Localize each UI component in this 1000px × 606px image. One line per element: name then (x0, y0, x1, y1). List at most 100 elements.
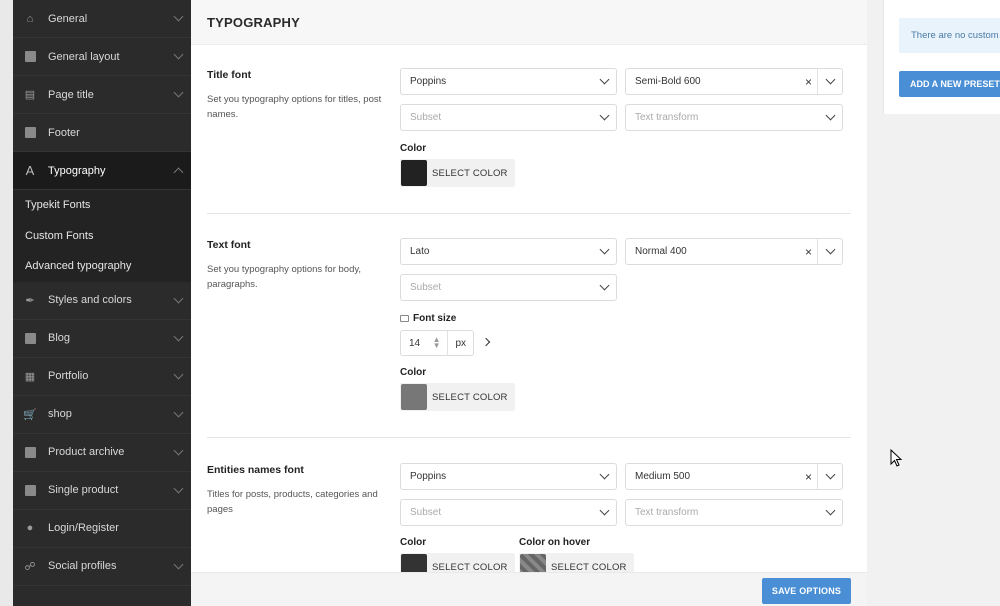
select-placeholder: Subset (410, 282, 442, 293)
chevron-down-icon (173, 369, 184, 379)
select-color-label: SELECT COLOR (432, 167, 508, 179)
sidebar-item-label: Typography (48, 164, 106, 177)
font-size-label-text: Font size (413, 313, 457, 324)
text-font-color-label: Color (400, 367, 427, 378)
title-font-weight-select[interactable]: Semi-Bold 600 × (625, 68, 843, 95)
chevron-down-icon (173, 11, 184, 22)
chevron-down-icon (173, 331, 184, 341)
chevron-down-icon (818, 69, 842, 94)
sidebar-item-label: Login/Register (48, 522, 119, 534)
entities-font-heading: Entities names font (207, 464, 304, 476)
clear-icon[interactable]: × (805, 75, 812, 89)
text-font-heading: Text font (207, 239, 251, 251)
sidebar-item-page-title[interactable]: ▤ Page title (13, 76, 191, 114)
chevron-down-icon (173, 445, 184, 455)
section-divider (207, 437, 851, 438)
sidebar-subitem-custom-fonts[interactable]: Custom Fonts (13, 220, 191, 251)
entities-font-description: Titles for posts, products, categories a… (207, 489, 378, 515)
select-placeholder: Subset (410, 112, 442, 123)
chevron-down-icon (592, 275, 616, 300)
mouse-cursor-icon (890, 449, 903, 467)
sidebar-item-label: Product archive (48, 446, 125, 458)
settings-sidebar: ⌂ General General layout ▤ Page title Fo… (13, 0, 191, 606)
entities-font-subset-select[interactable]: Subset (400, 499, 617, 526)
section-divider (207, 213, 851, 214)
settings-main-panel: TYPOGRAPHY Title font Set you typography… (191, 0, 867, 606)
sidebar-item-label: General layout (48, 50, 120, 63)
title-font-family-select[interactable]: Poppins (400, 68, 617, 95)
text-font-description: Set you typography options for body, par… (207, 264, 362, 290)
title-font-select-color-button[interactable]: SELECT COLOR (400, 159, 515, 187)
product-icon (23, 483, 37, 497)
monitor-icon (400, 315, 409, 322)
sidebar-item-label: Single product (48, 484, 119, 496)
sidebar-item-portfolio[interactable]: ▦ Portfolio (13, 358, 191, 396)
select-value: Normal 400 (635, 246, 687, 257)
select-value: Semi-Bold 600 (635, 76, 701, 87)
chevron-down-icon (818, 239, 842, 264)
portfolio-icon: ▦ (24, 370, 36, 383)
title-font-description: Set you typography options for titles, p… (207, 94, 382, 120)
text-font-weight-select[interactable]: Normal 400 × (625, 238, 843, 265)
blog-icon (23, 331, 37, 345)
chevron-down-icon (173, 483, 184, 493)
chevron-down-icon (173, 87, 184, 98)
sidebar-item-product-archive[interactable]: Product archive (13, 434, 191, 472)
chevron-down-icon (173, 407, 184, 417)
chevron-down-icon (173, 49, 184, 60)
sidebar-item-shop[interactable]: 🛒 shop (13, 396, 191, 434)
entities-font-hover-color-label: Color on hover (519, 537, 591, 548)
sidebar-subitem-typekit[interactable]: Typekit Fonts (13, 190, 191, 221)
clear-icon[interactable]: × (805, 245, 812, 259)
title-font-subset-select[interactable]: Subset (400, 104, 617, 131)
sidebar-item-footer[interactable]: Footer (13, 114, 191, 152)
chevron-down-icon (173, 559, 184, 569)
sidebar-item-general[interactable]: ⌂ General (13, 0, 191, 38)
text-font-family-select[interactable]: Lato (400, 238, 617, 265)
sidebar-item-label: General (48, 12, 88, 25)
entities-font-transform-select[interactable]: Text transform (625, 499, 843, 526)
sidebar-item-login-register[interactable]: ● Login/Register (13, 510, 191, 548)
sidebar-item-label: Styles and colors (48, 294, 132, 306)
title-font-heading: Title font (207, 69, 252, 81)
sidebar-item-label: Portfolio (48, 370, 89, 382)
title-font-transform-select[interactable]: Text transform (625, 104, 843, 131)
sidebar-item-label: Footer (48, 126, 80, 139)
sidebar-item-single-product[interactable]: Single product (13, 472, 191, 510)
text-font-subset-select[interactable]: Subset (400, 274, 617, 301)
brush-icon: ✒ (25, 294, 35, 307)
spinner-icon[interactable]: ▲ ▼ (431, 336, 443, 350)
font-size-value: 14 (409, 337, 421, 349)
font-size-input[interactable]: 14 ▲ ▼ px (400, 330, 474, 356)
select-placeholder: Text transform (635, 112, 699, 123)
font-size-label: Font size (400, 313, 456, 324)
clear-icon[interactable]: × (805, 470, 812, 484)
color-swatch (401, 160, 427, 186)
sidebar-item-blog[interactable]: Blog (13, 320, 191, 358)
entities-font-family-select[interactable]: Poppins (400, 463, 617, 490)
save-options-button[interactable]: SAVE OPTIONS (762, 578, 851, 604)
select-color-label: SELECT COLOR (432, 561, 508, 573)
chevron-right-icon[interactable] (481, 337, 491, 347)
text-font-select-color-button[interactable]: SELECT COLOR (400, 383, 515, 411)
layout-icon (23, 50, 37, 64)
select-value: Poppins (410, 76, 447, 87)
store-icon (23, 445, 37, 459)
sidebar-item-styles-colors[interactable]: ✒ Styles and colors (13, 282, 191, 320)
select-value: Lato (410, 246, 430, 257)
chevron-down-icon (818, 500, 842, 525)
entities-font-weight-select[interactable]: Medium 500 × (625, 463, 843, 490)
sidebar-item-typography[interactable]: A Typography (13, 152, 191, 190)
social-icon: ☍ (24, 560, 36, 573)
sidebar-item-social-profiles[interactable]: ☍ Social profiles (13, 548, 191, 586)
sidebar-item-label: Blog (48, 332, 71, 344)
font-size-unit: px (447, 331, 473, 355)
select-color-label: SELECT COLOR (551, 561, 627, 573)
sidebar-item-label: shop (48, 408, 72, 420)
color-swatch (401, 384, 427, 410)
sidebar-subitem-advanced-typography[interactable]: Advanced typography (13, 251, 191, 282)
entities-font-color-label: Color (400, 537, 427, 548)
chevron-up-icon (173, 167, 184, 178)
add-new-preset-button[interactable]: ADD A NEW PRESET (899, 71, 1000, 97)
sidebar-item-general-layout[interactable]: General layout (13, 38, 191, 76)
